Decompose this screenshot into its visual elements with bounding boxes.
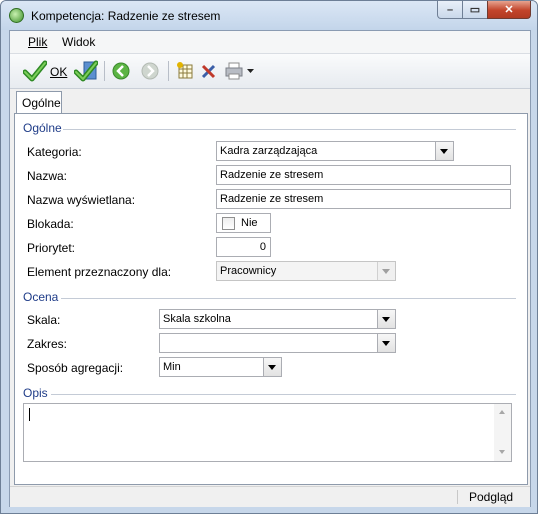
back-button[interactable] <box>111 60 131 82</box>
nazwa-wyswietlana-label: Nazwa wyświetlana: <box>27 193 136 207</box>
zakres-label: Zakres: <box>27 337 68 351</box>
scroll-up-icon[interactable] <box>499 410 505 414</box>
skala-select[interactable]: Skala szkolna <box>159 309 396 329</box>
chevron-down-icon[interactable] <box>377 334 395 352</box>
section-title-opis: Opis <box>23 386 48 400</box>
menu-plik[interactable]: Plik <box>28 35 47 49</box>
nazwa-wyswietlana-input[interactable]: Radzenie ze stresem <box>216 189 511 209</box>
apply-button[interactable] <box>73 60 99 82</box>
minimize-icon: – <box>446 4 454 16</box>
apply-checkmark-icon <box>73 60 99 82</box>
section-divider <box>63 129 516 130</box>
status-divider <box>457 490 458 504</box>
toolbar: OK <box>10 54 530 89</box>
zakres-select[interactable] <box>159 333 396 353</box>
kategoria-select[interactable]: Kadra zarządzająca <box>216 141 454 161</box>
chevron-down-icon[interactable] <box>377 310 395 328</box>
toolbar-separator <box>168 61 169 81</box>
chevron-down-icon[interactable] <box>263 358 281 376</box>
checkmark-icon <box>23 60 47 82</box>
skala-value: Skala szkolna <box>163 313 231 325</box>
grid-button[interactable] <box>175 60 195 82</box>
element-select: Pracownicy <box>216 261 396 281</box>
arrow-left-icon <box>112 62 130 80</box>
scroll-down-icon[interactable] <box>499 450 505 454</box>
ok-label: OK <box>50 65 68 79</box>
opis-textarea[interactable] <box>23 403 512 462</box>
kategoria-label: Kategoria: <box>27 145 82 159</box>
nazwa-input[interactable]: Radzenie ze stresem <box>216 165 511 185</box>
nazwa-label: Nazwa: <box>27 169 68 183</box>
status-bar: Podgląd <box>10 486 530 507</box>
kategoria-value: Kadra zarządzająca <box>220 145 318 157</box>
nazwa-wyswietlana-value: Radzenie ze stresem <box>220 193 324 205</box>
arrow-right-icon <box>141 62 159 80</box>
status-text: Podgląd <box>469 490 514 504</box>
title-bar[interactable]: Kompetencja: Radzenie ze stresem – ▭ ✕ <box>1 1 537 30</box>
blokada-checkbox[interactable] <box>222 217 235 230</box>
window-controls: – ▭ ✕ <box>437 1 531 20</box>
text-caret <box>29 408 30 421</box>
ok-button[interactable]: OK <box>23 60 71 82</box>
window: Kompetencja: Radzenie ze stresem – ▭ ✕ P… <box>0 0 538 514</box>
nazwa-value: Radzenie ze stresem <box>220 169 324 181</box>
section-title-ocena: Ocena <box>23 290 59 304</box>
blokada-field: Nie <box>216 213 271 233</box>
tab-strip: Ogólne <box>10 89 530 113</box>
maximize-button[interactable]: ▭ <box>462 1 488 19</box>
priorytet-input[interactable]: 0 <box>216 237 271 257</box>
tab-ogolne[interactable]: Ogólne <box>16 91 62 113</box>
close-button[interactable]: ✕ <box>487 1 531 19</box>
element-label: Element przeznaczony dla: <box>27 265 172 279</box>
maximize-icon: ▭ <box>469 4 481 16</box>
sposob-agregacji-label: Sposób agregacji: <box>27 361 124 375</box>
chevron-down-icon <box>377 262 395 280</box>
window-title: Kompetencja: Radzenie ze stresem <box>31 9 221 23</box>
close-icon: ✕ <box>504 4 514 16</box>
tab-label: Ogólne <box>22 96 61 110</box>
sposob-agregacji-value: Min <box>163 361 181 373</box>
section-divider <box>51 394 516 395</box>
toolbar-separator <box>104 61 105 81</box>
element-value: Pracownicy <box>220 265 277 277</box>
menu-bar: Plik Widok <box>10 31 530 54</box>
skala-label: Skala: <box>27 313 61 327</box>
priorytet-value: 0 <box>259 241 266 253</box>
minimize-button[interactable]: – <box>437 1 463 19</box>
opis-scrollbar[interactable] <box>494 404 511 461</box>
print-button[interactable] <box>224 60 260 82</box>
tools-button[interactable] <box>199 60 219 82</box>
priorytet-label: Priorytet: <box>27 241 76 255</box>
tools-icon <box>201 64 216 79</box>
chevron-down-icon <box>247 69 254 73</box>
sposob-agregacji-select[interactable]: Min <box>159 357 282 377</box>
chevron-down-icon[interactable] <box>435 142 453 160</box>
section-divider <box>61 298 516 299</box>
menu-widok[interactable]: Widok <box>62 35 95 49</box>
blokada-checkbox-label[interactable]: Nie <box>241 217 258 229</box>
forward-button[interactable] <box>140 60 160 82</box>
grid-icon <box>177 62 193 79</box>
section-title-ogolne: Ogólne <box>23 121 62 135</box>
blokada-label: Blokada: <box>27 217 74 231</box>
app-icon <box>9 8 24 23</box>
printer-icon <box>225 62 243 80</box>
